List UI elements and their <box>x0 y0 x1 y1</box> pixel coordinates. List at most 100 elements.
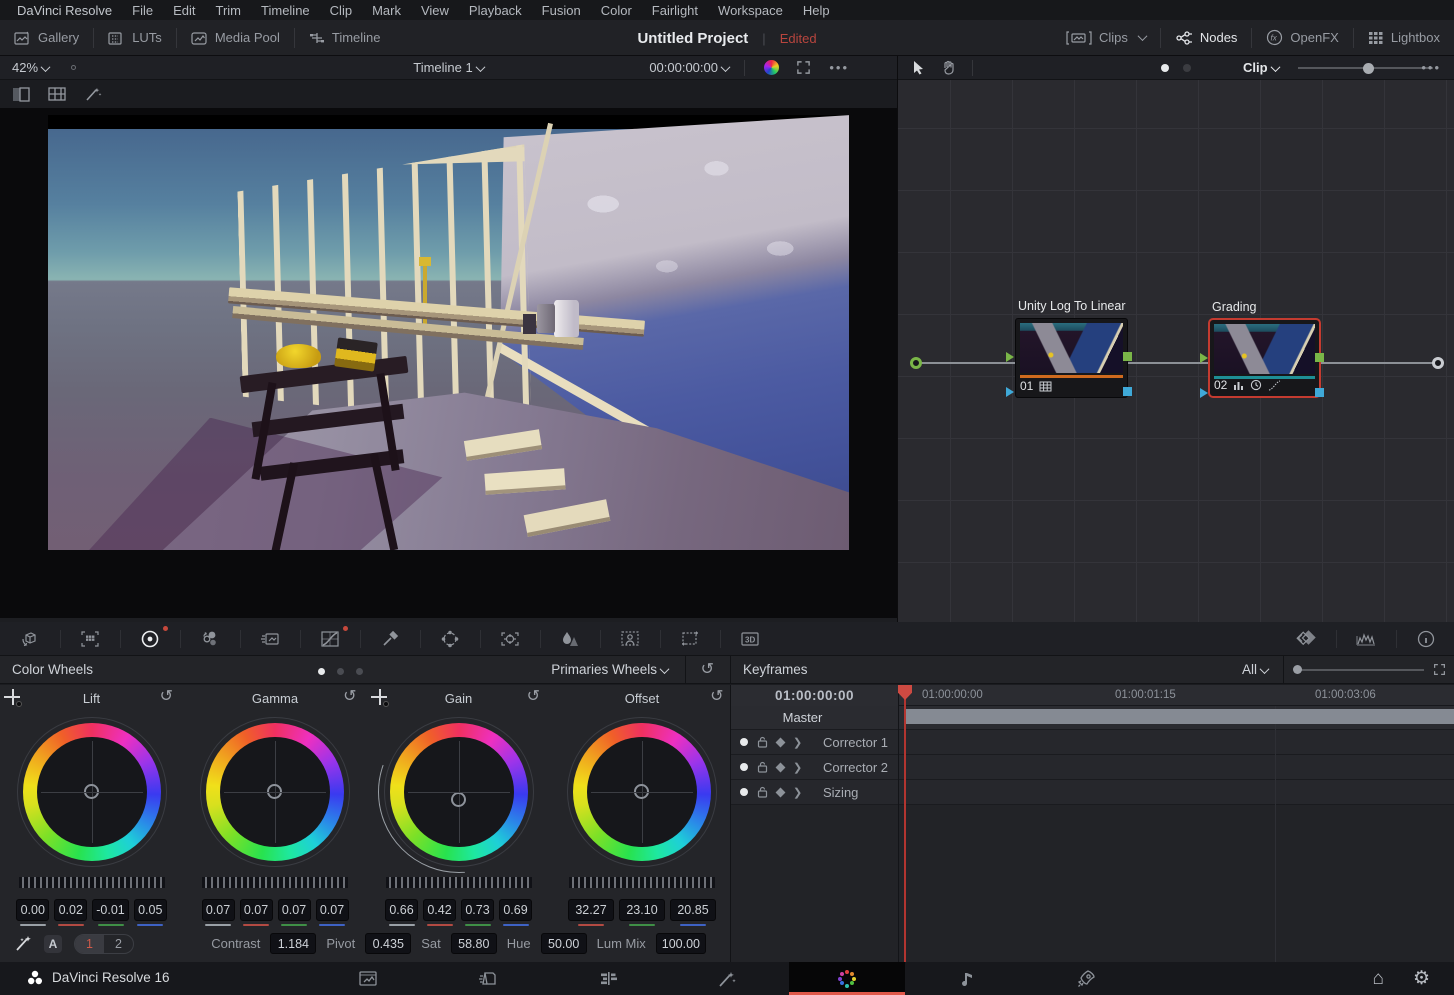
lock-icon[interactable] <box>757 761 768 773</box>
lock-icon[interactable] <box>757 736 768 748</box>
cut-page-button[interactable] <box>430 962 546 995</box>
motion-effects-tool[interactable] <box>240 622 300 655</box>
stereo-3d-tool[interactable]: 3D <box>720 622 780 655</box>
keyframes-ruler[interactable]: 01:00:00:0001:00:01:1501:00:03:06 <box>898 685 1454 706</box>
enhance-icon[interactable] <box>764 60 779 75</box>
gamma-value-blue[interactable]: 0.07 <box>316 899 349 921</box>
fairlight-page-button[interactable] <box>909 962 1025 995</box>
power-windows-tool[interactable] <box>420 622 480 655</box>
keyframes-filter-select[interactable]: All <box>1242 662 1268 677</box>
menu-mark[interactable]: Mark <box>363 1 410 20</box>
output-node-port[interactable] <box>1432 357 1444 369</box>
corrector-node-02[interactable]: Grading02 <box>1208 318 1321 398</box>
menu-trim[interactable]: Trim <box>207 1 251 20</box>
nodes-button[interactable]: Nodes <box>1161 20 1252 55</box>
wheel-balance-indicator[interactable] <box>84 784 99 799</box>
lift-color-wheel[interactable] <box>17 717 167 867</box>
timeline-select[interactable]: Timeline 1 <box>0 60 897 75</box>
gain-master-wheel[interactable] <box>380 875 538 890</box>
settings-gear-icon[interactable]: ⚙ <box>1413 969 1430 988</box>
wheel-balance-indicator[interactable] <box>267 784 282 799</box>
offset-master-wheel[interactable] <box>563 875 721 890</box>
node-zoom-handle[interactable] <box>1363 63 1374 74</box>
rgb-mixer-tool[interactable] <box>180 622 240 655</box>
wheel-inner-area[interactable] <box>220 737 330 847</box>
gamma-master-wheel[interactable] <box>196 875 354 890</box>
menu-help[interactable]: Help <box>794 1 839 20</box>
node-output-key-port[interactable] <box>1315 388 1324 397</box>
master-track-bar[interactable] <box>906 709 1454 724</box>
curves-tool[interactable] <box>300 622 360 655</box>
color-match-tool[interactable] <box>60 622 120 655</box>
node-mode-select[interactable]: Clip <box>1243 60 1279 75</box>
reset-gain-icon[interactable]: ↺ <box>527 689 540 705</box>
deliver-page-button[interactable] <box>1029 962 1145 995</box>
offset-value-green[interactable]: 23.10 <box>619 899 665 921</box>
source-node-port[interactable] <box>910 357 922 369</box>
lock-icon[interactable] <box>757 786 768 798</box>
expand-icon[interactable] <box>1433 663 1446 676</box>
info-tool[interactable] <box>1396 622 1454 655</box>
keyframe-diamond-icon[interactable] <box>776 787 786 797</box>
panel-page-dots[interactable] <box>318 668 363 675</box>
picker-crosshair-icon[interactable] <box>371 689 389 707</box>
expand-chevron-icon[interactable]: ❯ <box>793 786 802 799</box>
node-output-rgb-port[interactable] <box>1123 352 1132 361</box>
home-icon[interactable]: ⌂ <box>1373 969 1384 988</box>
gamma-value-green[interactable]: 0.07 <box>278 899 311 921</box>
track-row-corrector-1[interactable]: ❯Corrector 1 <box>731 730 1454 755</box>
node-input-rgb-port[interactable] <box>1200 353 1208 363</box>
expand-icon[interactable] <box>796 60 811 75</box>
media-page-button[interactable] <box>310 962 426 995</box>
viewer-zoom-select[interactable]: 42% <box>12 60 49 75</box>
track-enable-dot[interactable] <box>740 788 748 796</box>
menu-davinci-resolve[interactable]: DaVinci Resolve <box>8 1 121 20</box>
menu-view[interactable]: View <box>412 1 458 20</box>
menu-edit[interactable]: Edit <box>164 1 204 20</box>
tracker-tool[interactable] <box>480 622 540 655</box>
lift-value-master[interactable]: 0.00 <box>16 899 49 921</box>
scopes-tool[interactable] <box>1336 622 1396 655</box>
viewer-timecode[interactable]: 00:00:00:00 <box>649 60 729 75</box>
node-input-rgb-port[interactable] <box>1006 352 1014 362</box>
lift-master-wheel[interactable] <box>13 875 171 890</box>
pan-hand-icon[interactable] <box>941 60 956 75</box>
node-graph[interactable]: Unity Log To Linear01Grading02 <box>898 80 1454 622</box>
grid-view-icon[interactable] <box>48 87 66 101</box>
viewer-canvas[interactable] <box>0 108 897 618</box>
gamma-value-master[interactable]: 0.07 <box>202 899 235 921</box>
wheel-balance-indicator[interactable] <box>451 792 466 807</box>
keyframes-zoom-handle[interactable] <box>1293 665 1302 674</box>
gamma-value-red[interactable]: 0.07 <box>240 899 273 921</box>
menu-color[interactable]: Color <box>592 1 641 20</box>
track-row-sizing[interactable]: ❯Sizing <box>731 780 1454 805</box>
clips-button[interactable]: Clips <box>1052 20 1160 55</box>
lift-value-red[interactable]: 0.02 <box>54 899 87 921</box>
keyframes-tool[interactable] <box>1276 622 1336 655</box>
gain-value-master[interactable]: 0.66 <box>385 899 418 921</box>
view-dot-a[interactable] <box>1161 64 1169 72</box>
gain-color-wheel[interactable] <box>384 717 534 867</box>
node-output-rgb-port[interactable] <box>1315 353 1324 362</box>
magic-wand-icon[interactable] <box>84 86 102 102</box>
offset-color-wheel[interactable] <box>567 717 717 867</box>
lift-value-green[interactable]: -0.01 <box>92 899 129 921</box>
qualifier-tool[interactable] <box>360 622 420 655</box>
options-menu-icon[interactable]: ••• <box>1421 60 1441 75</box>
reset-all-icon[interactable]: ↺ <box>701 662 714 678</box>
fusion-page-button[interactable] <box>669 962 785 995</box>
expand-chevron-icon[interactable]: ❯ <box>793 761 802 774</box>
menu-fairlight[interactable]: Fairlight <box>643 1 707 20</box>
track-row-corrector-2[interactable]: ❯Corrector 2 <box>731 755 1454 780</box>
offset-value-blue[interactable]: 20.85 <box>670 899 716 921</box>
openfx-button[interactable]: fxOpenFX <box>1252 20 1352 55</box>
reset-lift-icon[interactable]: ↺ <box>160 689 173 705</box>
keyframes-playhead-line[interactable] <box>904 685 906 962</box>
track-enable-dot[interactable] <box>740 763 748 771</box>
cursor-arrow-icon[interactable] <box>912 60 925 75</box>
offset-value-red[interactable]: 32.27 <box>568 899 614 921</box>
lift-value-blue[interactable]: 0.05 <box>134 899 167 921</box>
menu-clip[interactable]: Clip <box>321 1 361 20</box>
keyframe-diamond-icon[interactable] <box>776 762 786 772</box>
view-dot-b[interactable] <box>1183 64 1191 72</box>
